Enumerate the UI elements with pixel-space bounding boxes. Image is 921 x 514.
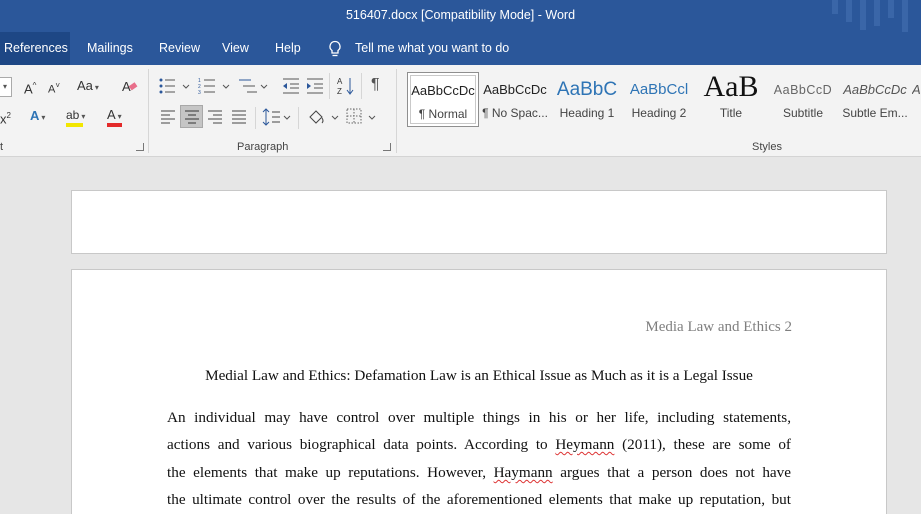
style-sample: AaBbCcDc — [483, 82, 547, 97]
align-right-icon[interactable] — [207, 109, 223, 125]
ribbon: ▾ A^ A˅ Aa ▾ A x2 A ▾ ab ▾ A ▾ t 123 A Z… — [0, 65, 921, 157]
style-name: Title — [719, 106, 743, 120]
highlight-swatch — [66, 123, 83, 127]
tab-help[interactable]: Help — [275, 32, 301, 65]
highlight-color-button[interactable]: ab ▾ — [66, 106, 85, 127]
bullets-icon[interactable] — [158, 77, 190, 95]
title-bar: 516407.docx [Compatibility Mode] - Word — [0, 0, 921, 32]
font-color-button[interactable]: A ▾ — [107, 106, 122, 127]
tab-references[interactable]: References — [0, 32, 70, 65]
styles-group-label: Styles — [752, 141, 782, 153]
tab-review[interactable]: Review — [159, 32, 200, 65]
spelling-error[interactable]: Haymann — [494, 464, 553, 481]
borders-icon[interactable] — [346, 108, 378, 126]
increase-indent-icon[interactable] — [306, 77, 324, 95]
body-line: the elements that make up reputations. H… — [167, 464, 791, 481]
style-no-spacing[interactable]: AaBbCcDc ¶ No Spac... — [480, 72, 550, 127]
style-name: Subtle Em... — [842, 106, 908, 120]
ribbon-tabs: References Mailings Review View Help Tel… — [0, 32, 921, 65]
title-decoration — [846, 0, 852, 22]
style-more-partial[interactable]: A — [912, 72, 921, 127]
style-name: ¶ Normal — [418, 107, 468, 121]
spelling-error[interactable]: Heymann — [555, 436, 614, 453]
body-line: An individual may have control over mult… — [167, 409, 791, 426]
document-canvas[interactable]: Media Law and Ethics 2 Medial Law and Et… — [0, 157, 921, 514]
document-page[interactable]: Media Law and Ethics 2 Medial Law and Et… — [71, 269, 887, 514]
style-heading-1[interactable]: AaBbC Heading 1 — [552, 72, 622, 127]
toolbar-separator — [361, 73, 362, 99]
font-size-dropdown[interactable]: ▾ — [0, 77, 12, 97]
style-sample: AaBbCcl — [629, 81, 689, 98]
style-name: Heading 2 — [631, 106, 687, 120]
align-center-icon — [185, 110, 199, 124]
tell-me-text: Tell me what you want to do — [355, 41, 510, 55]
decrease-indent-icon[interactable] — [282, 77, 300, 95]
tell-me-box[interactable]: Tell me what you want to do — [327, 32, 509, 65]
group-separator — [148, 69, 149, 153]
sort-icon[interactable]: AZ — [337, 76, 355, 96]
grow-font-button[interactable]: A^ — [24, 77, 36, 98]
style-sample: A — [912, 82, 921, 97]
document-title: Medial Law and Ethics: Defamation Law is… — [205, 367, 753, 384]
tab-mailings[interactable]: Mailings — [87, 32, 133, 65]
multilevel-list-icon[interactable] — [237, 77, 269, 95]
text-effects-button[interactable]: A ▾ — [30, 107, 45, 127]
body-line: the ultimate control over the results of… — [167, 491, 791, 508]
font-color-swatch — [107, 123, 122, 127]
body-line: actions and various biographical data po… — [167, 436, 791, 453]
title-decoration — [860, 0, 866, 30]
style-heading-2[interactable]: AaBbCcl Heading 2 — [624, 72, 694, 127]
align-left-icon[interactable] — [160, 109, 176, 125]
title-decoration — [832, 0, 838, 14]
style-sample: AaBbCcDc — [843, 82, 907, 97]
style-normal[interactable]: AaBbCcDc ¶ Normal — [407, 72, 479, 127]
toolbar-separator — [298, 107, 299, 129]
title-decoration — [874, 0, 880, 26]
style-sample: AaBbCcD — [773, 83, 833, 97]
page-header: Media Law and Ethics 2 — [645, 319, 792, 335]
style-title[interactable]: AaB Title — [696, 72, 766, 127]
toolbar-separator — [255, 107, 256, 129]
lightbulb-icon — [329, 40, 341, 57]
superscript-button[interactable]: x2 — [0, 107, 11, 128]
previous-page-bottom[interactable] — [71, 190, 887, 254]
style-subtle-emphasis[interactable]: AaBbCcDc Subtle Em... — [840, 72, 910, 127]
shading-icon[interactable] — [307, 107, 339, 127]
shrink-font-button[interactable]: A˅ — [48, 77, 60, 99]
group-separator — [396, 69, 397, 153]
justify-icon[interactable] — [231, 109, 247, 125]
style-name: Heading 1 — [559, 106, 615, 120]
svg-text:A: A — [337, 77, 343, 86]
svg-text:3: 3 — [198, 90, 201, 95]
style-sample: AaBbCcDc — [411, 83, 475, 98]
align-center-button[interactable] — [180, 105, 203, 128]
numbering-icon[interactable]: 123 — [198, 77, 230, 95]
window-title: 516407.docx [Compatibility Mode] - Word — [345, 8, 576, 22]
line-spacing-icon[interactable] — [262, 108, 292, 126]
pilcrow-icon[interactable]: ¶ — [371, 76, 380, 94]
font-group-label: t — [0, 141, 4, 153]
style-sample: AaB — [703, 72, 759, 103]
toolbar-separator — [329, 73, 330, 99]
paragraph-group-label: Paragraph — [237, 141, 289, 153]
style-sample: AaBbC — [556, 79, 618, 100]
svg-text:Z: Z — [337, 87, 342, 96]
font-dialog-launcher[interactable] — [136, 143, 144, 151]
style-subtitle[interactable]: AaBbCcD Subtitle — [768, 72, 838, 127]
clear-formatting-icon[interactable]: A — [121, 77, 139, 95]
tab-view[interactable]: View — [222, 32, 249, 65]
title-decoration — [888, 0, 894, 18]
change-case-button[interactable]: Aa ▾ — [77, 77, 99, 97]
title-decoration — [902, 0, 908, 32]
style-name: Subtitle — [782, 106, 824, 120]
paragraph-dialog-launcher[interactable] — [383, 143, 391, 151]
style-name: ¶ No Spac... — [482, 106, 548, 120]
